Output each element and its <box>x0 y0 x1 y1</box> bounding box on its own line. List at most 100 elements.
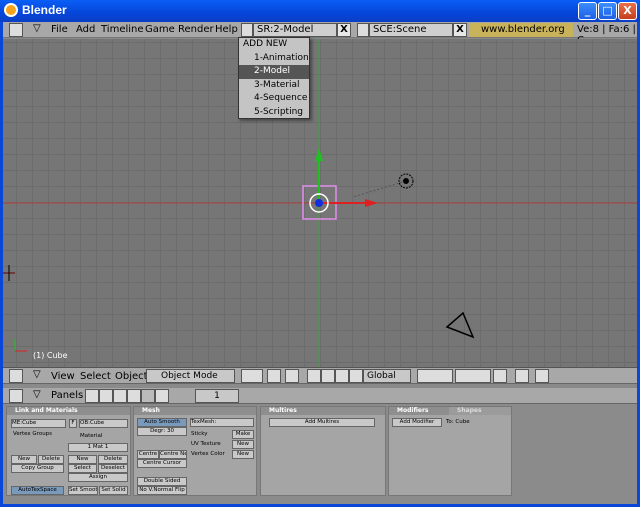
layers-row-1[interactable] <box>417 369 453 383</box>
menu-select[interactable]: Select <box>80 371 111 382</box>
menu-game[interactable]: Game <box>145 24 175 35</box>
manipulator-y-arrow[interactable] <box>315 148 323 161</box>
mode-select[interactable]: Object Mode <box>146 369 235 383</box>
panel-title[interactable]: Mesh <box>134 407 256 415</box>
object-center-dot <box>315 199 323 207</box>
collapse-arrow-icon[interactable]: ▽ <box>33 369 41 380</box>
window-type-icon[interactable] <box>9 23 23 37</box>
script-context-icon[interactable] <box>99 389 113 403</box>
client-area: ▽ File Add Timeline Game Render Help SR:… <box>3 22 637 504</box>
panels-label[interactable]: Panels <box>51 390 83 401</box>
dropdown-item-sequence[interactable]: 4-Sequence <box>239 92 309 106</box>
close-button[interactable]: X <box>618 2 637 20</box>
vgroup-delete-button[interactable]: Delete <box>38 455 64 464</box>
dropdown-item-material[interactable]: 3-Material <box>239 79 309 93</box>
camera-object[interactable] <box>445 311 475 339</box>
blender-logo-icon <box>4 3 18 17</box>
view-type-icon[interactable] <box>9 369 23 383</box>
frame-field[interactable]: 1 <box>195 389 239 403</box>
shading-context-icon[interactable] <box>113 389 127 403</box>
menu-help[interactable]: Help <box>215 24 238 35</box>
translate-icon[interactable] <box>321 369 335 383</box>
uv-texture-new-button[interactable]: New <box>232 440 254 449</box>
layers-row-2[interactable] <box>455 369 491 383</box>
degree-field[interactable]: Degr: 30 <box>137 427 187 436</box>
vertex-color-new-button[interactable]: New <box>232 450 254 459</box>
collapse-arrow-icon[interactable]: ▽ <box>33 389 41 400</box>
set-smooth-button[interactable]: Set Smooth <box>68 486 98 495</box>
double-sided-toggle[interactable]: Double Sided <box>137 477 187 486</box>
snap-icon[interactable] <box>285 369 299 383</box>
centre-cursor-button[interactable]: Centre Cursor <box>137 459 187 468</box>
screen-browse-icon[interactable] <box>241 23 253 37</box>
scene-browse-icon[interactable] <box>357 23 369 37</box>
sticky-label: Sticky <box>191 431 208 437</box>
no-vnormal-flip-toggle[interactable]: No V.Normal Flip <box>137 486 187 495</box>
add-multires-button[interactable]: Add Multires <box>269 418 375 427</box>
scene-delete-button[interactable]: X <box>453 23 467 37</box>
orientation-select[interactable]: Global <box>363 369 411 383</box>
render-preview-icon[interactable] <box>535 369 549 383</box>
screen-field[interactable]: SR:2-Model <box>253 23 337 37</box>
fake-user-button[interactable]: F <box>69 419 77 428</box>
scene-context-icon[interactable] <box>155 389 169 403</box>
panel-title[interactable]: Modifiers <box>389 407 449 415</box>
menu-view[interactable]: View <box>51 371 75 382</box>
object-context-icon[interactable] <box>127 389 141 403</box>
menu-render[interactable]: Render <box>178 24 214 35</box>
centre-button[interactable]: Centre <box>137 450 159 459</box>
panel-title[interactable]: Link and Materials <box>7 407 130 415</box>
editing-context-icon[interactable] <box>141 389 155 403</box>
active-object-label: (1) Cube <box>33 351 68 360</box>
screen-delete-button[interactable]: X <box>337 23 351 37</box>
menu-file[interactable]: File <box>51 24 68 35</box>
vgroup-new-button[interactable]: New <box>11 455 37 464</box>
menu-add[interactable]: Add <box>76 24 95 35</box>
viewport-scene <box>3 39 637 367</box>
material-new-button[interactable]: New <box>68 455 97 464</box>
material-assign-button[interactable]: Assign <box>68 473 128 482</box>
menu-object[interactable]: Object <box>115 371 148 382</box>
manipulator-x-arrow[interactable] <box>365 199 378 207</box>
copy-group-button[interactable]: Copy Group <box>11 464 64 473</box>
buttons-type-icon[interactable] <box>9 389 23 403</box>
material-select-button[interactable]: Select <box>68 464 97 473</box>
scene-field[interactable]: SCE:Scene <box>369 23 453 37</box>
title-bar[interactable]: Blender _ □ X <box>0 0 640 22</box>
minimize-button[interactable]: _ <box>578 2 597 20</box>
collapse-arrow-icon[interactable]: ▽ <box>33 23 41 34</box>
menu-timeline[interactable]: Timeline <box>101 24 144 35</box>
buttons-header: ▽ Panels 1 <box>3 388 637 404</box>
render-icon[interactable] <box>515 369 529 383</box>
rotate-icon[interactable] <box>335 369 349 383</box>
object-name-field[interactable]: OB:Cube <box>79 419 128 428</box>
maximize-button[interactable]: □ <box>598 2 617 20</box>
logic-context-icon[interactable] <box>85 389 99 403</box>
scale-icon[interactable] <box>349 369 363 383</box>
tab-shapes[interactable]: Shapes <box>449 407 511 415</box>
set-solid-button[interactable]: Set Solid <box>99 486 128 495</box>
sticky-make-button[interactable]: Make <box>232 430 254 439</box>
dropdown-item-scripting[interactable]: 5-Scripting <box>239 106 309 120</box>
draw-type-icon[interactable] <box>241 369 263 383</box>
panel-mesh: Mesh Auto Smooth Degr: 30 Centre Centre … <box>133 406 257 496</box>
panel-title[interactable]: Multires <box>261 407 385 415</box>
autotexspace-toggle[interactable]: AutoTexSpace <box>11 486 64 495</box>
texmesh-field[interactable]: TexMesh: <box>190 418 254 427</box>
pivot-icon[interactable] <box>267 369 281 383</box>
3d-viewport[interactable]: (1) Cube <box>3 39 637 367</box>
lamp-center <box>403 178 409 184</box>
uv-texture-label: UV Texture <box>191 441 221 447</box>
lock-icon[interactable] <box>493 369 507 383</box>
material-deselect-button[interactable]: Deselect <box>98 464 128 473</box>
add-modifier-button[interactable]: Add Modifier <box>392 418 442 427</box>
material-index-field[interactable]: 1 Mat 1 <box>68 443 128 452</box>
panel-multires: Multires Add Multires <box>260 406 386 496</box>
auto-smooth-toggle[interactable]: Auto Smooth <box>137 418 187 427</box>
mesh-name-field[interactable]: ME:Cube <box>11 419 66 428</box>
material-delete-button[interactable]: Delete <box>98 455 128 464</box>
centre-new-button[interactable]: Centre New <box>159 450 187 459</box>
dropdown-item-model[interactable]: 2-Model <box>239 65 309 79</box>
hand-icon[interactable] <box>307 369 321 383</box>
dropdown-item-animation[interactable]: 1-Animation <box>239 52 309 66</box>
